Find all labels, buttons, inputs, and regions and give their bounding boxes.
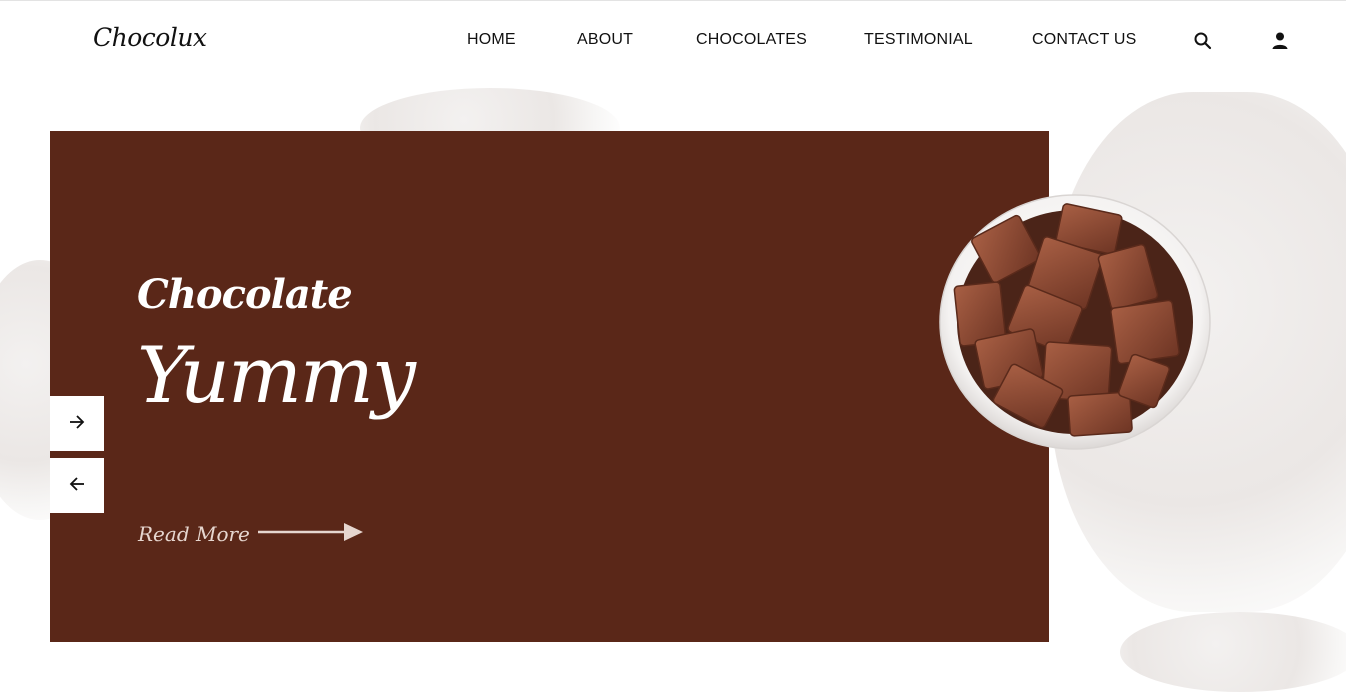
read-more-link[interactable]: Read More — [138, 522, 364, 546]
background-chocolate-bottom-right — [1120, 612, 1346, 692]
hero-title-small: Chocolate — [137, 271, 353, 318]
chocolate-bowl-image — [939, 194, 1211, 450]
nav-testimonial[interactable]: TESTIMONIAL — [864, 31, 973, 49]
search-icon[interactable] — [1193, 31, 1213, 51]
read-more-label: Read More — [138, 522, 250, 546]
main-nav: HOME ABOUT CHOCOLATES TESTIMONIAL CONTAC… — [0, 31, 1346, 53]
nav-chocolates[interactable]: CHOCOLATES — [696, 31, 807, 49]
arrow-right-icon — [69, 414, 85, 433]
arrow-left-icon — [69, 476, 85, 495]
hero-banner: Chocolate Yummy Read More — [50, 131, 1049, 642]
nav-contact-us[interactable]: CONTACT US — [1032, 31, 1137, 49]
nav-about[interactable]: ABOUT — [577, 31, 633, 49]
slider-prev-button[interactable] — [50, 458, 104, 513]
nav-home[interactable]: HOME — [467, 31, 516, 49]
slider-next-button[interactable] — [50, 396, 104, 451]
user-icon[interactable] — [1270, 31, 1290, 51]
hero-title-large: Yummy — [137, 331, 416, 421]
site-header: Chocolux HOME ABOUT CHOCOLATES TESTIMONI… — [0, 1, 1346, 81]
long-arrow-right-icon — [257, 522, 364, 546]
